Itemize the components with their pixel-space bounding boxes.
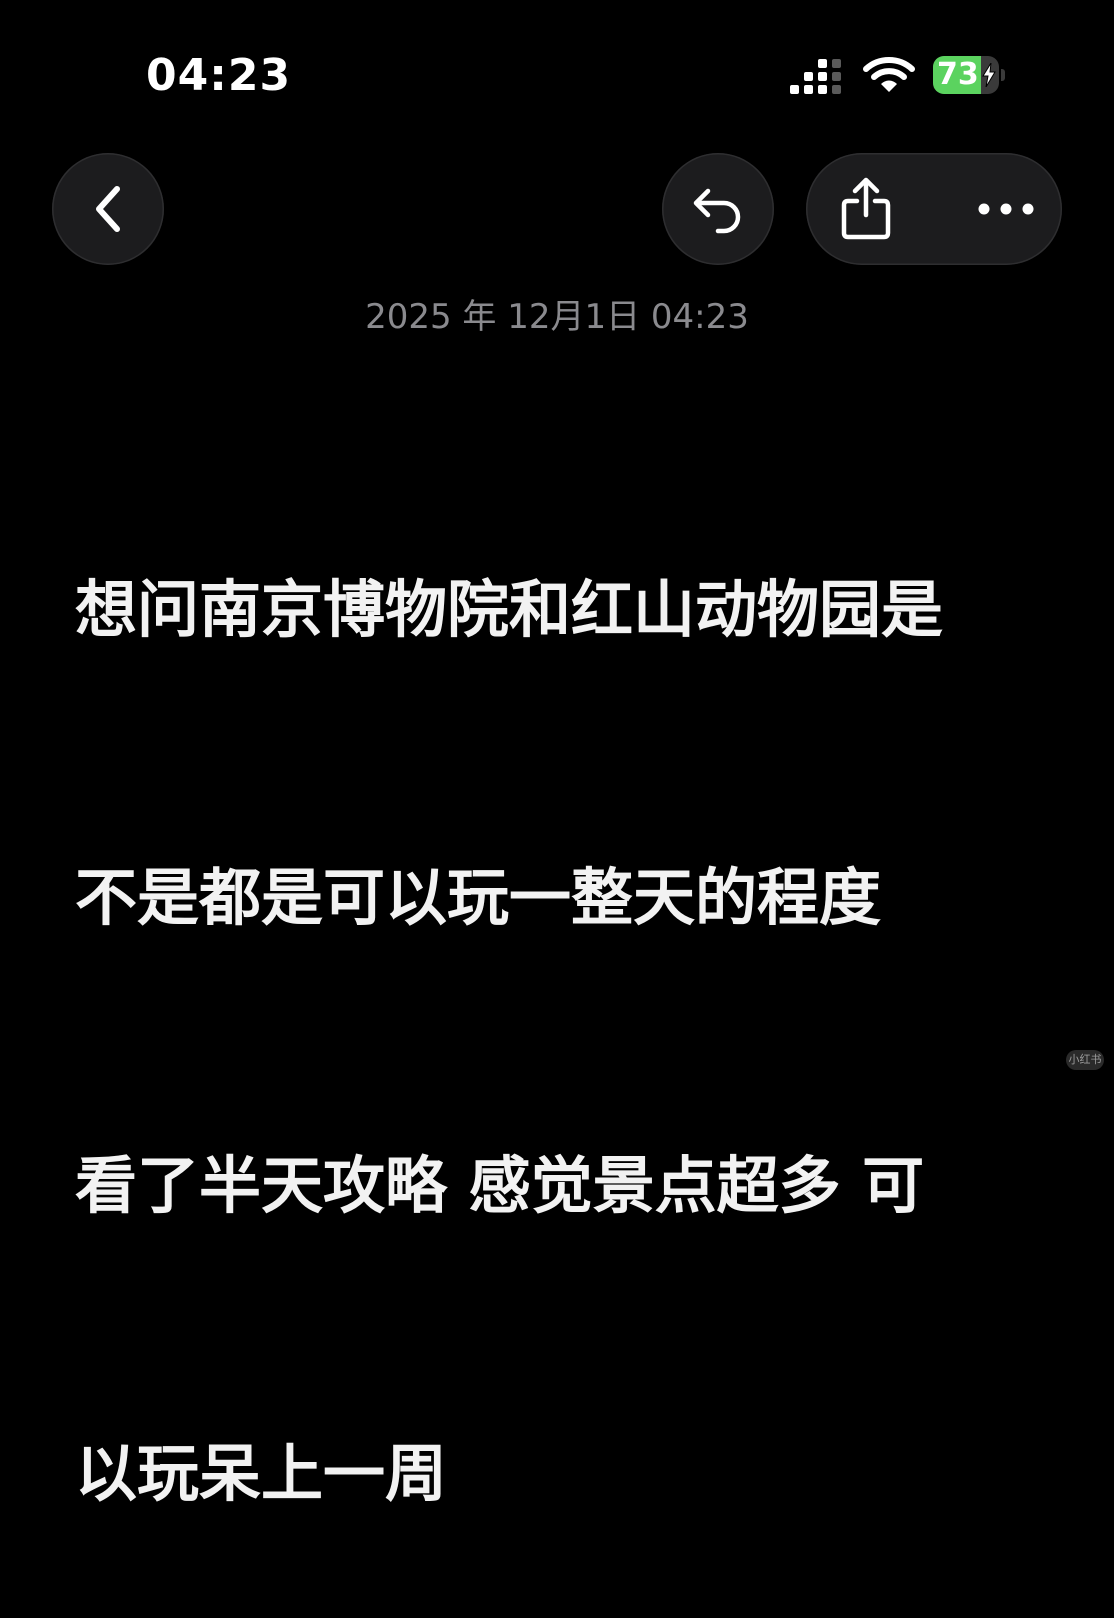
status-time: 04:23 bbox=[146, 50, 292, 101]
watermark-logo: 小红书 bbox=[1066, 1050, 1104, 1070]
note-body[interactable]: 想问南京博物院和红山动物园是 不是都是可以玩一整天的程度 看了半天攻略 感觉景点… bbox=[75, 370, 1055, 1618]
undo-button[interactable] bbox=[662, 153, 774, 265]
charging-bolt-icon bbox=[982, 63, 996, 87]
note-line: 不是都是可以玩一整天的程度 bbox=[75, 861, 882, 934]
note-line: 想问南京博物院和红山动物园是 bbox=[75, 573, 944, 646]
cellular-signal-icon bbox=[790, 56, 841, 94]
actions-pill bbox=[806, 153, 1062, 265]
chevron-left-icon bbox=[96, 186, 120, 232]
note-line: 看了半天攻略 感觉景点超多 可 bbox=[75, 1149, 925, 1222]
note-line: 以玩呆上一周 bbox=[75, 1437, 448, 1510]
battery-icon: 73 bbox=[933, 56, 1005, 94]
status-icons: 73 bbox=[790, 54, 1005, 96]
more-button[interactable] bbox=[956, 153, 1056, 265]
more-icon bbox=[978, 203, 1034, 215]
share-icon bbox=[841, 177, 891, 240]
share-button[interactable] bbox=[816, 153, 916, 265]
back-button[interactable] bbox=[52, 153, 164, 265]
battery-percent: 73 bbox=[937, 57, 979, 92]
wifi-icon bbox=[863, 57, 915, 92]
note-date: 2025 年 12月1日 04:23 bbox=[365, 297, 749, 337]
undo-icon bbox=[693, 188, 741, 234]
